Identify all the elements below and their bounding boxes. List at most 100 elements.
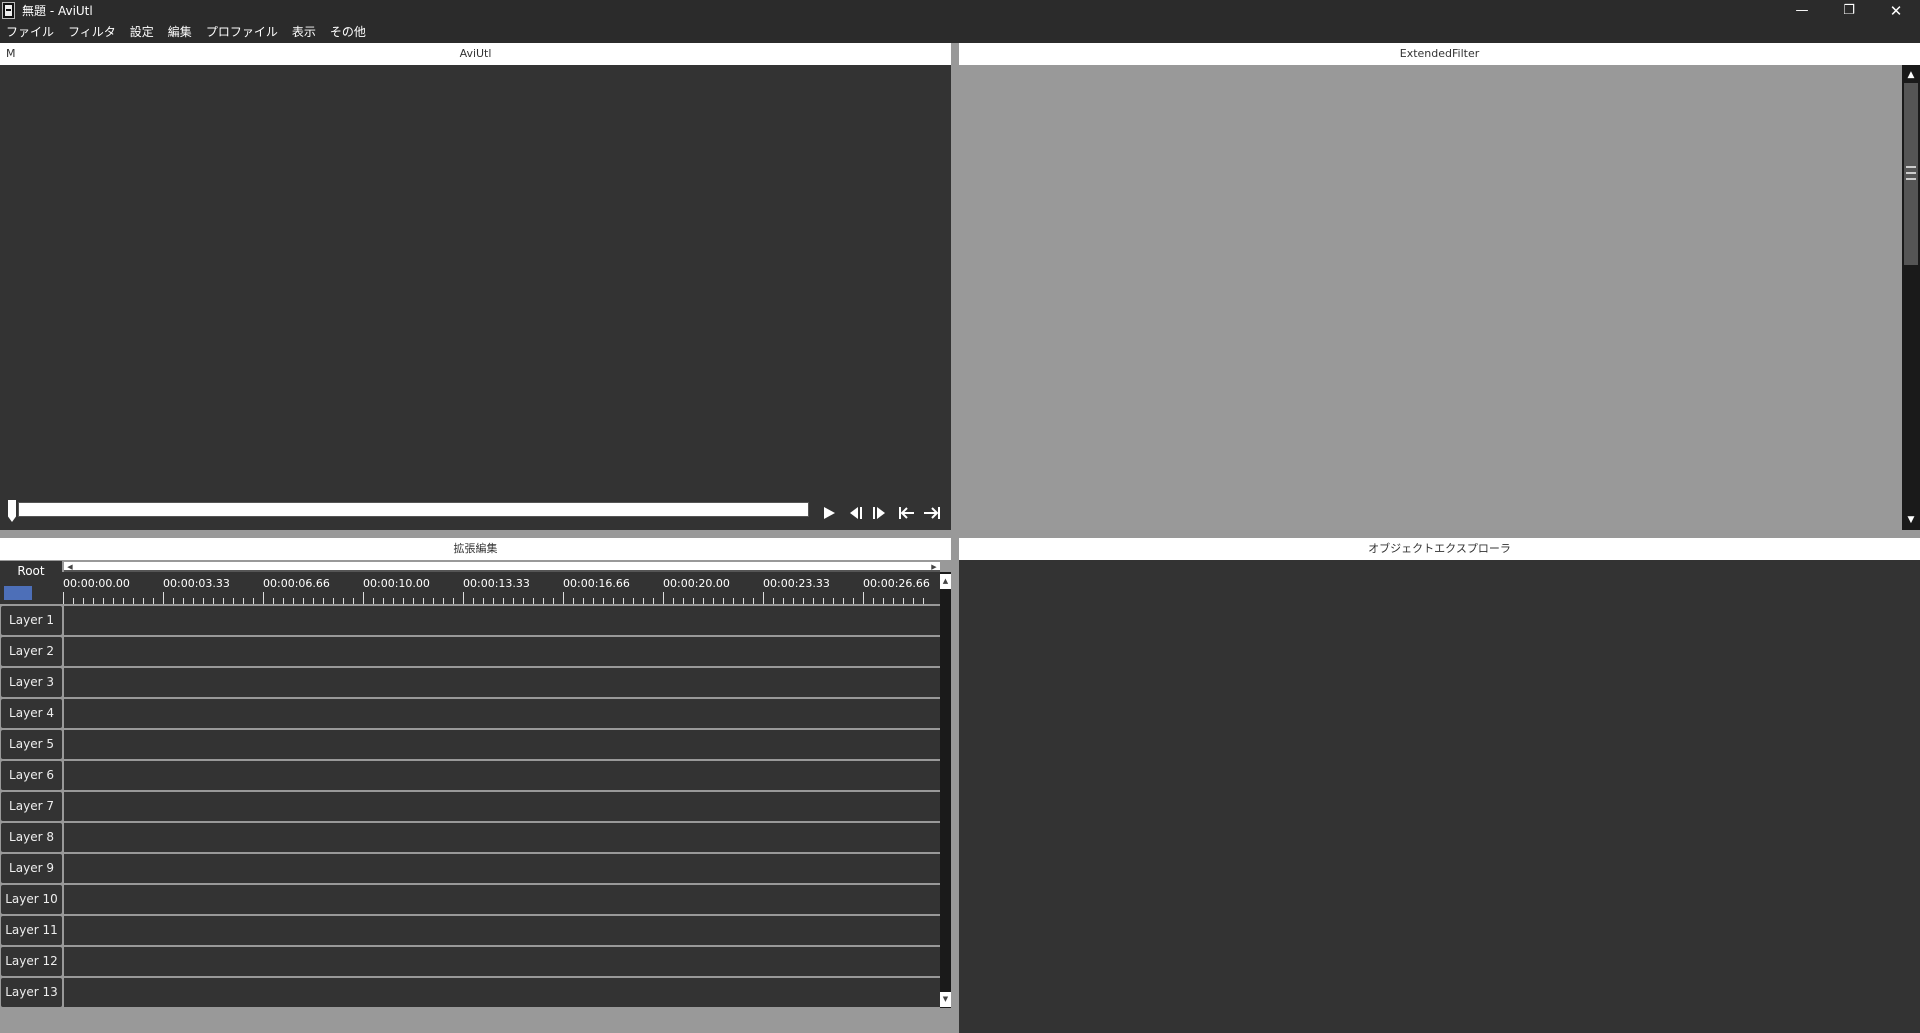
menu-other[interactable]: その他 [323,22,373,43]
scroll-up-icon[interactable]: ▲ [1902,67,1920,83]
timeline-header: 拡張編集 [0,538,951,560]
menu-edit[interactable]: 編集 [161,22,199,43]
ruler-tick [523,598,524,604]
layer-track[interactable] [64,916,940,945]
scroll-right-icon[interactable]: ▶ [928,562,940,572]
scroll-left-icon[interactable]: ◀ [64,562,76,572]
video-panel-header: M AviUtl [0,43,951,65]
ruler-tick [743,598,744,604]
ruler-tick [923,598,924,604]
time-tick-label: 00:00:16.66 [563,577,630,590]
layer-label[interactable]: Layer 2 [1,637,62,666]
layer-track[interactable] [64,668,940,697]
layer-label[interactable]: Layer 6 [1,761,62,790]
ruler-tick [753,598,754,604]
vertical-splitter-top[interactable] [951,43,959,530]
timeline-vertical-scrollbar[interactable] [940,572,951,1008]
ruler-tick [733,598,734,604]
extended-filter-area[interactable] [959,65,1902,530]
ruler-tick [833,598,834,604]
ruler-tick [433,598,434,604]
menu-view[interactable]: 表示 [285,22,323,43]
restore-button[interactable]: ❐ [1826,0,1872,22]
ruler-tick [723,598,724,604]
layer-track[interactable] [64,978,940,1007]
layer-label[interactable]: Layer 8 [1,823,62,852]
ruler-tick [683,598,684,604]
ruler-tick [283,598,284,604]
ruler-tick [903,598,904,604]
ruler-tick [663,592,664,604]
layer-track[interactable] [64,885,940,914]
jump-start-button[interactable] [895,503,919,523]
seek-bar[interactable] [18,502,809,517]
time-tick-label: 00:00:06.66 [263,577,330,590]
ruler-tick [793,598,794,604]
horizontal-splitter[interactable] [0,530,1920,538]
ruler-tick [103,598,104,604]
layer-label[interactable]: Layer 7 [1,792,62,821]
time-ruler[interactable]: 00:00:00.00 00:00:03.33 00:00:06.66 00:00:1… [62,572,940,604]
minimize-button[interactable]: — [1779,0,1825,22]
root-scene-label[interactable]: Root [0,561,62,582]
ruler-tick [233,598,234,604]
ruler-tick [643,598,644,604]
menu-profile[interactable]: プロファイル [199,22,285,43]
menu-bar: ファイル フィルタ 設定 編集 プロファイル 表示 その他 [0,22,1920,43]
layer-label[interactable]: Layer 12 [1,947,62,976]
ruler-tick [563,592,564,604]
layer-label[interactable]: Layer 5 [1,730,62,759]
ruler-tick [483,598,484,604]
layer-track[interactable] [64,637,940,666]
scroll-up-icon[interactable]: ▲ [940,574,951,589]
ruler-tick [163,592,164,604]
timeline-horizontal-scrollbar[interactable] [64,562,940,572]
layer-track[interactable] [64,730,940,759]
ruler-tick [83,598,84,604]
layer-label[interactable]: Layer 10 [1,885,62,914]
ruler-tick [653,598,654,604]
menu-settings[interactable]: 設定 [123,22,161,43]
ruler-tick [213,598,214,604]
prev-frame-button[interactable] [844,503,868,523]
layer-track[interactable] [64,699,940,728]
vertical-splitter-bottom[interactable] [951,538,959,1033]
ruler-tick [393,598,394,604]
scroll-down-icon[interactable]: ▼ [1902,512,1920,528]
layer-track[interactable] [64,761,940,790]
ruler-tick [783,598,784,604]
play-button[interactable] [818,503,842,523]
layer-label[interactable]: Layer 4 [1,699,62,728]
layer-track[interactable] [64,606,940,635]
ruler-tick [713,598,714,604]
ruler-tick [363,592,364,604]
jump-start-icon [899,507,914,519]
object-explorer-header: オブジェクトエクスプローラ [959,538,1920,560]
ruler-tick [463,592,464,604]
maximize-marker[interactable]: M [6,43,16,65]
layer-track[interactable] [64,947,940,976]
ruler-tick [373,598,374,604]
ruler-tick [553,598,554,604]
ruler-tick [333,598,334,604]
layer-label[interactable]: Layer 11 [1,916,62,945]
ruler-tick [343,598,344,604]
object-explorer-area[interactable] [959,560,1920,1033]
layer-label[interactable]: Layer 9 [1,854,62,883]
layer-track[interactable] [64,854,940,883]
scroll-down-icon[interactable]: ▼ [940,992,951,1007]
layer-track[interactable] [64,823,940,852]
layer-track[interactable] [64,792,940,821]
close-button[interactable]: ✕ [1873,0,1919,22]
next-frame-button[interactable] [868,503,892,523]
aviutl-app-icon[interactable] [2,2,15,19]
jump-end-button[interactable] [920,503,944,523]
layer-label[interactable]: Layer 13 [1,978,62,1007]
ruler-tick [893,598,894,604]
ruler-tick [593,598,594,604]
menu-filter[interactable]: フィルタ [61,22,123,43]
layer-label[interactable]: Layer 3 [1,668,62,697]
layer-label[interactable]: Layer 1 [1,606,62,635]
video-preview[interactable] [0,65,951,530]
menu-file[interactable]: ファイル [0,22,61,43]
